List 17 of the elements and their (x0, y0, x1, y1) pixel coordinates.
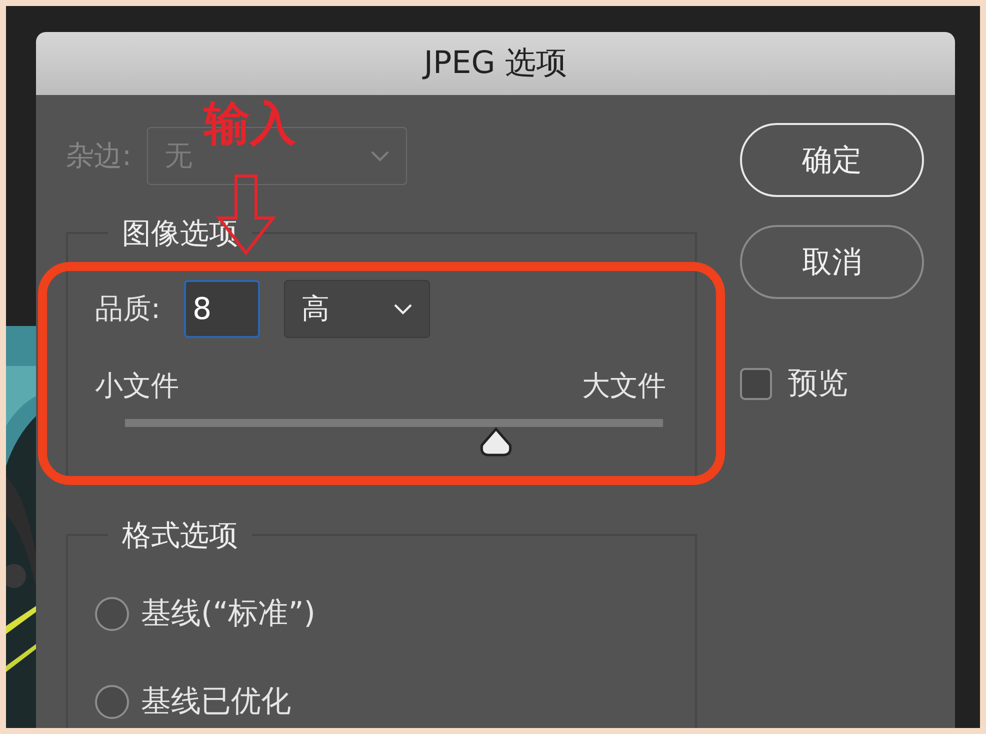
slider-min-label: 小文件 (95, 368, 179, 404)
cancel-button[interactable]: 取消 (740, 225, 924, 299)
window-title: JPEG 选项 (36, 32, 955, 95)
quality-field[interactable]: 8 (184, 280, 260, 338)
radio-button[interactable] (95, 596, 129, 630)
preview-checkbox[interactable] (740, 368, 772, 400)
quality-label: 品质: (95, 291, 160, 327)
slider-thumb[interactable] (479, 427, 514, 457)
radio-label: 基线(“标准”) (141, 595, 316, 633)
slider-max-label: 大文件 (582, 368, 666, 404)
quality-dropdown[interactable]: 高 (284, 280, 430, 338)
radio-label: 基线已优化 (141, 683, 291, 721)
chevron-icon (393, 303, 414, 315)
preview-label: 预览 (788, 365, 848, 403)
radio-button[interactable] (95, 684, 129, 718)
chevron-icon (370, 150, 390, 162)
ok-button[interactable]: 确定 (740, 123, 924, 197)
